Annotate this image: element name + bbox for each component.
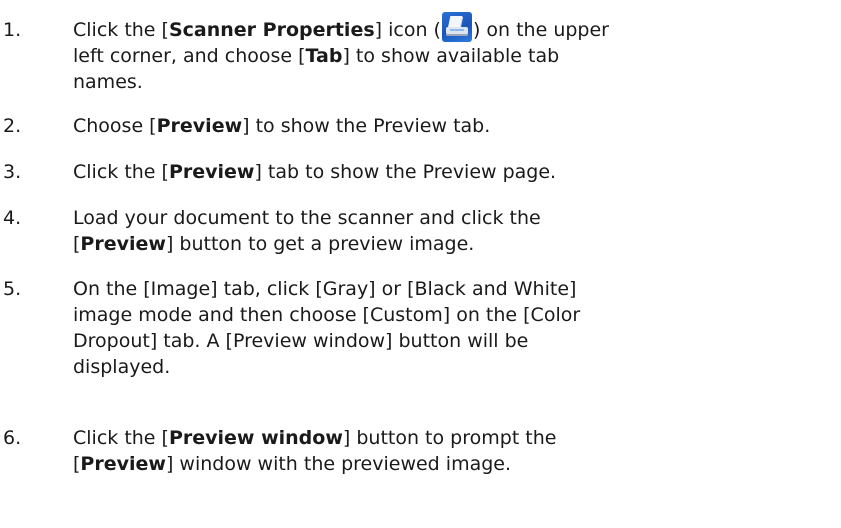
ui-term: Scanner Properties [168, 19, 375, 41]
step-text: On the [Image] tab, click [Gray] or [Bla… [73, 276, 837, 380]
ui-term: Preview [80, 233, 166, 255]
step-number: 3. [3, 161, 22, 183]
step-line: Click the [Preview] tab to show the Prev… [73, 159, 837, 185]
step-line: image mode and then choose [Custom] on t… [73, 304, 581, 326]
text-run: Choose [ [73, 115, 157, 137]
step-text: Click the [Preview] tab to show the Prev… [73, 159, 837, 185]
text-run: Load your document to the scanner and cl… [73, 207, 541, 229]
step-line: displayed. [73, 356, 171, 378]
step-line: On the [Image] tab, click [Gray] or [Bla… [73, 278, 577, 300]
ui-term: Tab [305, 45, 343, 67]
ui-term: Preview [168, 161, 255, 183]
text-run: left corner, and choose [ [73, 45, 306, 67]
text-run: Click the [ [73, 161, 169, 183]
step-line: [Preview] button to get a preview image. [73, 231, 837, 257]
text-run: ] tab to show the Preview page. [254, 161, 557, 183]
step-text: Load your document to the scanner and cl… [73, 205, 837, 257]
text-run: ] button to prompt the [342, 427, 557, 449]
scanner-properties-icon [441, 12, 472, 42]
step-line: Click the [Scanner Properties] icon ( ) o… [73, 12, 837, 43]
ui-term: Preview [80, 453, 166, 475]
step-text: Choose [Preview] to show the Preview tab… [73, 113, 837, 139]
step-number: 5. [3, 278, 22, 300]
step-line: left corner, and choose [Tab] to show av… [73, 43, 837, 69]
text-run: Click the [ [73, 19, 169, 41]
step-text: Click the [Scanner Properties] icon ( ) o… [73, 12, 837, 95]
step-line: [Preview] window with the previewed imag… [73, 451, 837, 477]
step-number: 2. [3, 115, 22, 137]
step-line: Load your document to the scanner and cl… [73, 205, 837, 231]
step-line: Dropout] tab. A [Preview window] button … [73, 330, 529, 352]
ui-term: Preview [156, 115, 243, 137]
step-number: 4. [3, 207, 22, 229]
text-run: ] to show available tab [342, 45, 560, 67]
text-run: ] icon ( [374, 19, 441, 41]
text-run: ] button to get a preview image. [165, 233, 475, 255]
step-line: names. [73, 69, 837, 95]
ui-term: Preview window [168, 427, 343, 449]
step-number: 6. [3, 427, 22, 449]
step-number: 1. [3, 19, 22, 41]
step-line: Choose [Preview] to show the Preview tab… [73, 113, 837, 139]
text-run: names. [73, 71, 143, 93]
text-run: ) on the upper [472, 19, 609, 41]
step-line: Click the [Preview window] button to pro… [73, 425, 837, 451]
text-run: ] to show the Preview tab. [242, 115, 491, 137]
text-run: ] window with the previewed image. [165, 453, 512, 475]
step-text: Click the [Preview window] button to pro… [73, 425, 837, 477]
text-run: Click the [ [73, 427, 169, 449]
